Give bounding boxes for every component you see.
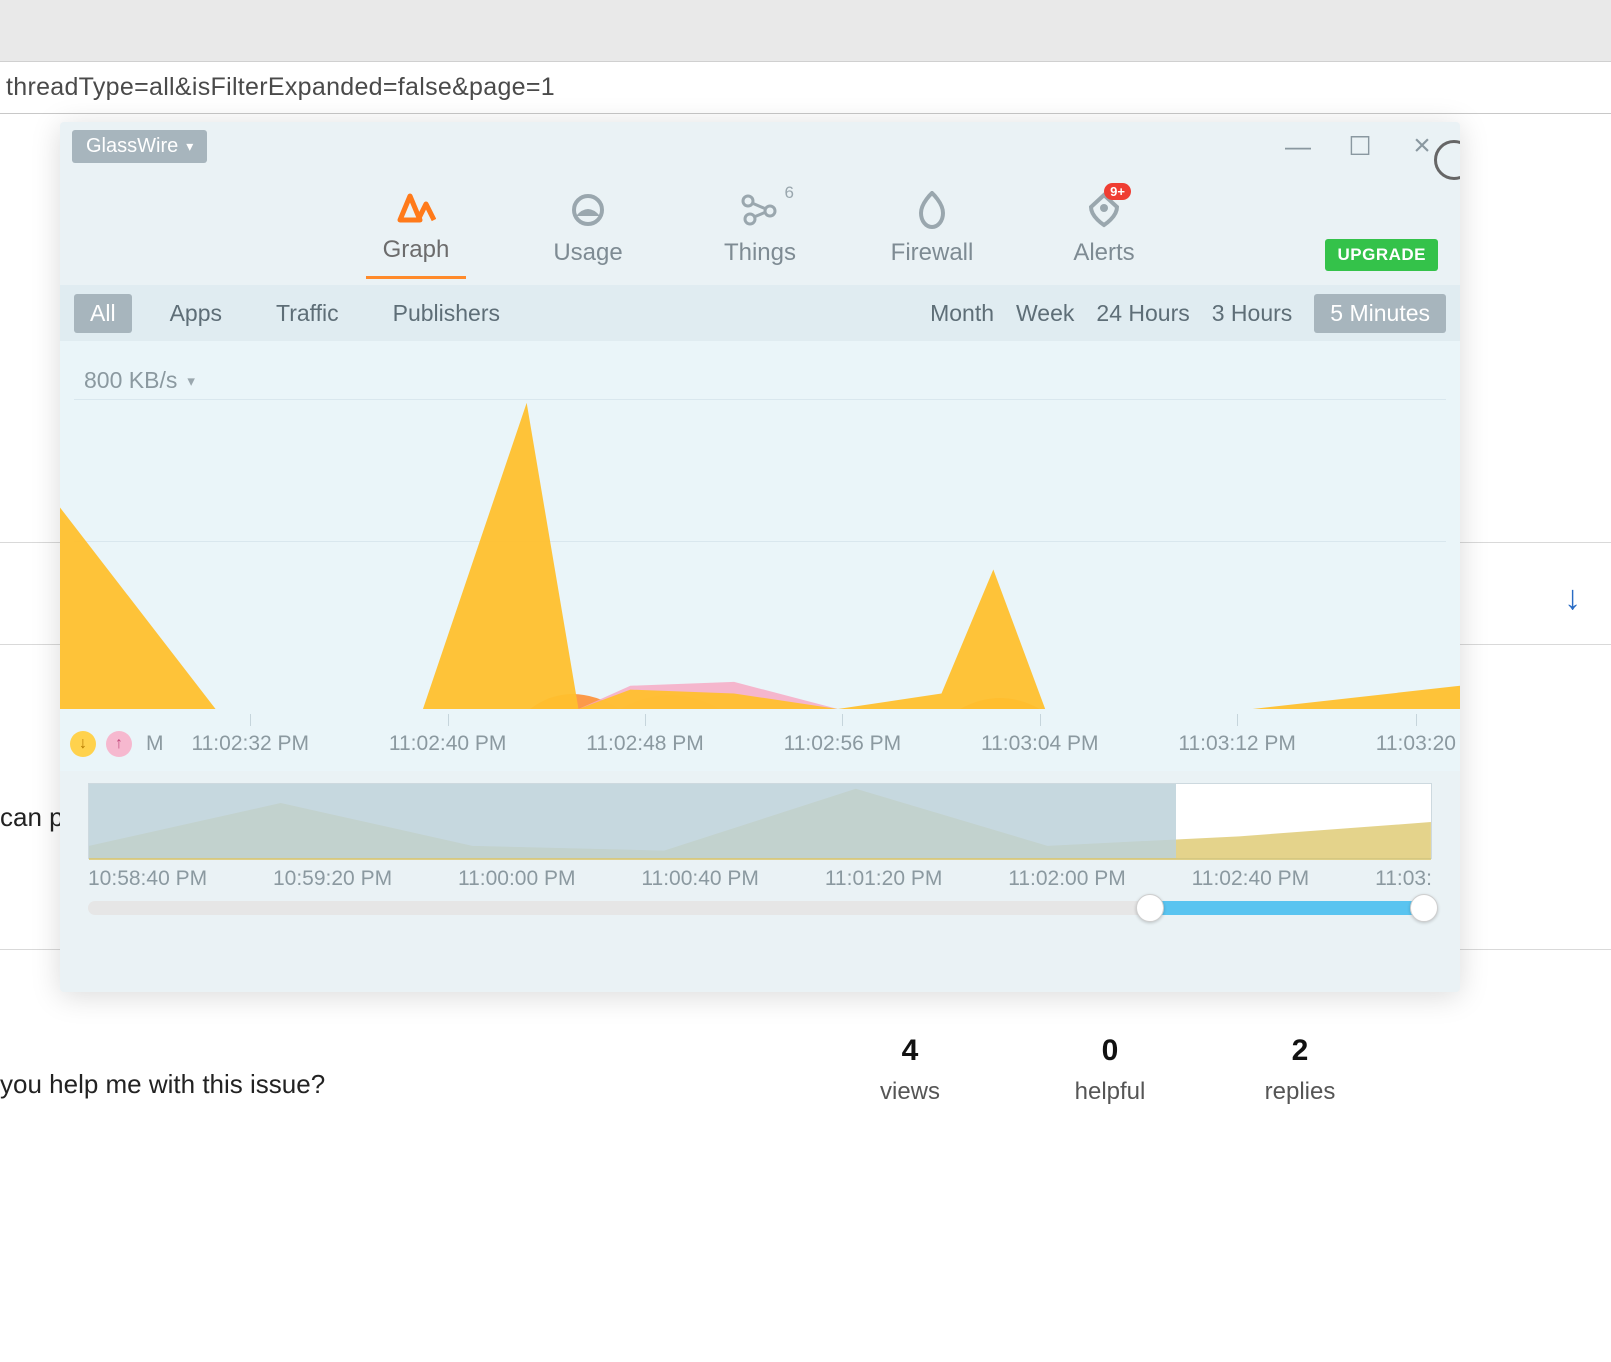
minimize-icon[interactable]: — — [1284, 132, 1312, 160]
titlebar[interactable]: GlassWire ▾ — ☐ × — [60, 122, 1460, 170]
tab-things-label: Things — [724, 239, 796, 267]
x-tick: 11:03:04 PM — [981, 732, 1099, 756]
overview-chart[interactable] — [88, 783, 1432, 859]
range-3h[interactable]: 3 Hours — [1212, 300, 1293, 327]
tab-firewall-label: Firewall — [891, 239, 974, 267]
x-tick: 11:02:48 PM — [586, 732, 704, 756]
overview-tick: 11:02:00 PM — [1008, 867, 1126, 891]
stat-helpful-count: 0 — [1050, 1034, 1170, 1068]
glasswire-window: GlassWire ▾ — ☐ × Graph Usage — [60, 122, 1460, 992]
usage-icon — [570, 191, 606, 229]
stat-replies-label: replies — [1240, 1078, 1360, 1106]
app-title-dropdown[interactable]: GlassWire ▾ — [72, 130, 207, 163]
slider-handle-left[interactable] — [1136, 894, 1164, 922]
alerts-icon: 9+ — [1087, 191, 1121, 229]
stat-views: 4 views — [850, 1034, 970, 1106]
y-scale-value: 800 KB/s — [84, 367, 177, 394]
x-tick: 11:02:56 PM — [784, 732, 902, 756]
filter-bar: All Apps Traffic Publishers Month Week 2… — [60, 285, 1460, 341]
overview-tick: 11:00:00 PM — [458, 867, 576, 891]
main-tabs: Graph Usage 6 Things Firewall — [60, 170, 1460, 285]
chevron-down-icon: ▾ — [187, 372, 195, 390]
url-text: threadType=all&isFilterExpanded=false&pa… — [6, 73, 555, 102]
overview-selection[interactable] — [89, 784, 1176, 858]
close-icon[interactable]: × — [1408, 132, 1436, 160]
alerts-badge: 9+ — [1104, 183, 1131, 200]
overview-tick: 10:59:20 PM — [273, 867, 392, 891]
overview-tick: 11:03: — [1375, 867, 1432, 891]
tab-graph-label: Graph — [383, 236, 450, 264]
app-title: GlassWire — [86, 135, 178, 158]
thread-text-fragment: can p — [0, 802, 64, 833]
things-icon: 6 — [740, 191, 780, 229]
x-tick: 11:03:20 — [1376, 732, 1456, 756]
maximize-icon[interactable]: ☐ — [1346, 132, 1374, 160]
stat-helpful-label: helpful — [1050, 1078, 1170, 1106]
overview-tick: 11:01:20 PM — [825, 867, 943, 891]
range-month[interactable]: Month — [930, 300, 994, 327]
tab-graph[interactable]: Graph — [366, 188, 466, 279]
stat-views-count: 4 — [850, 1034, 970, 1068]
overview-tick: 10:58:40 PM — [88, 867, 207, 891]
overview-panel: 10:58:40 PM 10:59:20 PM 11:00:00 PM 11:00:4… — [60, 771, 1460, 921]
time-slider[interactable] — [88, 901, 1432, 915]
slider-handle-right[interactable] — [1410, 894, 1438, 922]
tab-alerts[interactable]: 9+ Alerts — [1054, 191, 1154, 279]
x-axis: ↓ ↑ M 11:02:32 PM 11:02:40 PM 11:02:48 PM 1… — [60, 717, 1460, 771]
tab-usage[interactable]: Usage — [538, 191, 638, 279]
stat-replies-count: 2 — [1240, 1034, 1360, 1068]
filter-apps[interactable]: Apps — [154, 294, 238, 333]
filter-traffic[interactable]: Traffic — [260, 294, 355, 333]
upload-legend-icon: ↑ — [106, 731, 132, 757]
url-bar[interactable]: threadType=all&isFilterExpanded=false&pa… — [0, 62, 1611, 114]
graph-icon — [396, 188, 436, 226]
tab-things[interactable]: 6 Things — [710, 191, 810, 279]
things-count-badge: 6 — [785, 183, 794, 203]
x-tick: 11:02:40 PM — [389, 732, 507, 756]
slider-fill — [1150, 901, 1419, 915]
range-5m[interactable]: 5 Minutes — [1314, 294, 1446, 333]
x-tick: 11:02:32 PM — [192, 732, 310, 756]
filter-publishers[interactable]: Publishers — [377, 294, 516, 333]
chevron-down-icon: ▾ — [186, 138, 193, 155]
range-week[interactable]: Week — [1016, 300, 1074, 327]
x-tick: 11:03:12 PM — [1178, 732, 1296, 756]
upgrade-button[interactable]: UPGRADE — [1325, 239, 1438, 271]
traffic-chart-svg — [60, 399, 1460, 709]
legend-m: M — [146, 732, 164, 756]
traffic-chart[interactable]: 800 KB/s ▾ ↓ ↑ M 11:02:32 PM 11:02:40 PM 1… — [60, 341, 1460, 771]
browser-toolbar — [0, 0, 1611, 62]
y-scale-dropdown[interactable]: 800 KB/s ▾ — [84, 367, 195, 394]
sort-arrow-down-icon[interactable]: ↓ — [1564, 579, 1581, 618]
overview-tick: 11:02:40 PM — [1192, 867, 1310, 891]
overview-tick: 11:00:40 PM — [641, 867, 759, 891]
tab-alerts-label: Alerts — [1073, 239, 1134, 267]
firewall-icon — [917, 191, 947, 229]
range-24h[interactable]: 24 Hours — [1096, 300, 1189, 327]
tab-firewall[interactable]: Firewall — [882, 191, 982, 279]
stat-views-label: views — [850, 1078, 970, 1106]
download-legend-icon: ↓ — [70, 731, 96, 757]
stat-helpful: 0 helpful — [1050, 1034, 1170, 1106]
filter-all[interactable]: All — [74, 294, 132, 333]
thread-text-fragment: you help me with this issue? — [0, 1069, 325, 1100]
tab-usage-label: Usage — [553, 239, 622, 267]
stat-replies: 2 replies — [1240, 1034, 1360, 1106]
